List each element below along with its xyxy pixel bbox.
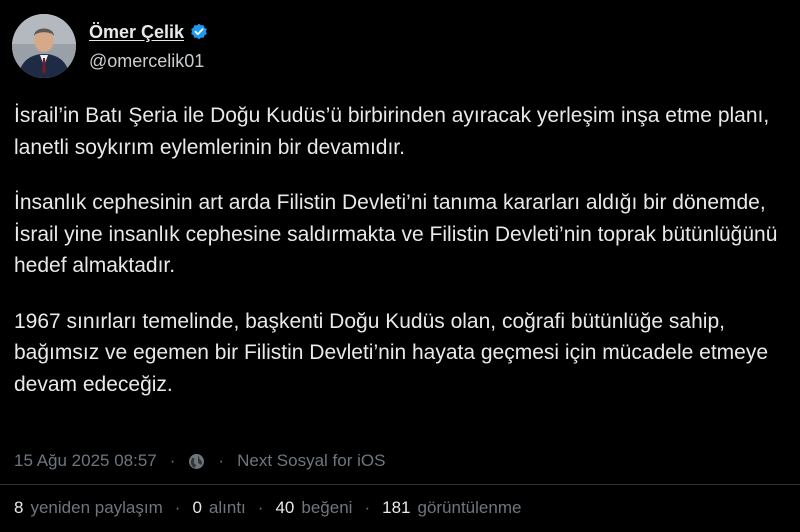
likes-count: 40 (275, 498, 295, 517)
tweet-paragraph-2: İnsanlık cephesinin art arda Filistin De… (14, 191, 778, 277)
meta-separator: · (169, 451, 176, 470)
tweet-paragraph-3: 1967 sınırları temelinde, başkenti Doğu … (14, 309, 769, 396)
quotes-count: 0 (192, 498, 202, 517)
avatar[interactable] (12, 14, 76, 78)
verified-badge-icon (190, 23, 208, 41)
globe-icon (188, 453, 205, 470)
reposts-stat[interactable]: 8 yeniden paylaşım (14, 498, 163, 518)
tweet-timestamp[interactable]: 15 Ağu 2025 08:57 (14, 451, 157, 471)
meta-separator: · (218, 451, 225, 470)
author-handle[interactable]: @omercelik01 (89, 51, 204, 72)
author-display-name[interactable]: Ömer Çelik (89, 22, 184, 43)
stats-separator: · (364, 498, 371, 517)
author-name-row: Ömer Çelik (89, 20, 208, 44)
reposts-count: 8 (14, 498, 24, 517)
quotes-stat[interactable]: 0 alıntı (192, 498, 245, 518)
tweet-meta: 15 Ağu 2025 08:57 · · Next Sosyal for iO… (14, 450, 385, 472)
stats-separator: · (174, 498, 181, 517)
tweet-text: İsrail’in Batı Şeria ile Doğu Kudüs’ü bi… (14, 100, 789, 424)
views-stat[interactable]: 181 görüntülenme (382, 498, 521, 518)
likes-stat[interactable]: 40 beğeni (275, 498, 352, 518)
stats-separator: · (257, 498, 264, 517)
avatar-photo-icon (12, 14, 76, 78)
reposts-label: yeniden paylaşım (30, 498, 163, 517)
tweet-stats: 8 yeniden paylaşım · 0 alıntı · 40 beğeni ·… (14, 497, 521, 519)
divider (0, 484, 800, 485)
views-label: görüntülenme (417, 498, 522, 517)
tweet-paragraph-1: İsrail’in Batı Şeria ile Doğu Kudüs’ü bi… (14, 104, 770, 159)
tweet-source[interactable]: Next Sosyal for iOS (237, 451, 385, 471)
quotes-label: alıntı (208, 498, 246, 517)
likes-label: beğeni (301, 498, 353, 517)
views-count: 181 (382, 498, 411, 517)
